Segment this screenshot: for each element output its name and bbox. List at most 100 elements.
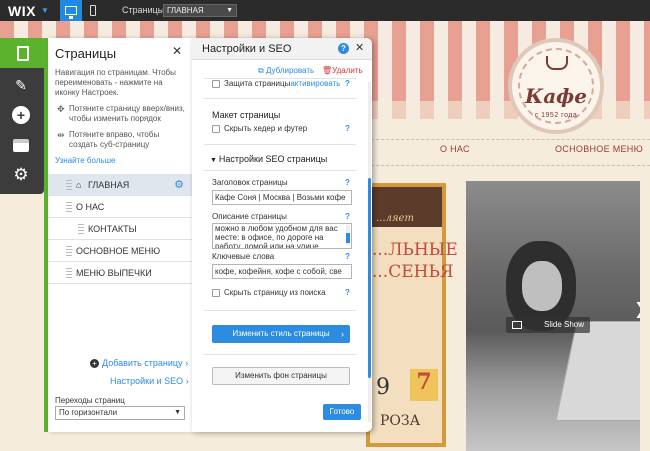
- poster-word: РОЗА: [380, 413, 421, 429]
- move-horizontal-icon: ⇹: [57, 130, 65, 140]
- photo-woman-face: [522, 261, 562, 311]
- settings-tool-button[interactable]: ⚙: [7, 162, 35, 188]
- learn-more-link[interactable]: Узнайте больше: [55, 156, 115, 165]
- help-icon[interactable]: ?: [345, 252, 350, 261]
- mobile-view-button[interactable]: [82, 0, 104, 21]
- pages-dropdown-label: Страницы:: [122, 5, 167, 15]
- poster-script-text: ...ляет: [376, 213, 414, 224]
- duplicate-page-button[interactable]: ⧉ Дублировать: [258, 66, 314, 76]
- plus-icon: +: [90, 359, 99, 368]
- page-transitions-label: Переходы страниц: [55, 396, 125, 405]
- tip-subpage: ⇹ Потяните вправо, чтобы создать суб-стр…: [55, 130, 185, 150]
- hide-header-footer-label: Скрыть хедер и футер: [224, 124, 308, 133]
- textarea-scroll-thumb[interactable]: [346, 233, 350, 243]
- page-settings-title: Настройки и SEO: [202, 43, 292, 55]
- pages-panel-description: Навигация по страницам. Чтобы переименов…: [55, 68, 176, 97]
- help-icon[interactable]: ?: [345, 212, 350, 221]
- add-tool-button[interactable]: +: [7, 102, 35, 128]
- copy-icon: ⧉: [258, 66, 266, 75]
- page-item-label: МЕНЮ ВЫПЕЧКИ: [76, 268, 152, 278]
- hide-from-search-checkbox[interactable]: [212, 289, 220, 297]
- page-item-pastry-menu[interactable]: МЕНЮ ВЫПЕЧКИ: [48, 262, 192, 284]
- page-item-contacts[interactable]: КОНТАКТЫ: [48, 218, 192, 240]
- panel-scrollbar[interactable]: [368, 82, 371, 422]
- page-description-textarea[interactable]: можно в любом удобном для вас месте: в о…: [212, 223, 352, 249]
- chevron-down-icon: ▼: [226, 7, 233, 14]
- site-nav-about[interactable]: О НАС: [440, 144, 470, 154]
- store-icon: [13, 138, 29, 152]
- divider: [204, 170, 356, 171]
- seo-section-toggle[interactable]: ▼ Настройки SEO страницы: [210, 154, 327, 164]
- page-layout-title: Макет страницы: [212, 110, 281, 120]
- delete-page-button[interactable]: 🗑Удалить: [322, 66, 363, 75]
- drag-handle-icon[interactable]: [66, 180, 72, 190]
- page-transitions-select[interactable]: По горизонтали ▼: [55, 406, 185, 420]
- keywords-input[interactable]: кофе, кофейня, кофе с собой, све: [212, 264, 352, 279]
- cafe-logo-subtitle: с 1952 года: [534, 112, 578, 119]
- seo-settings-link[interactable]: Настройки и SEO ›: [110, 376, 189, 386]
- page-title-input[interactable]: Кафе Соня | Москва | Возьми кофе: [212, 190, 352, 205]
- chevron-down-icon[interactable]: ▼: [41, 6, 49, 15]
- password-protect-label: Защита страницыактивировать: [224, 79, 340, 88]
- divider: [204, 98, 356, 99]
- poster-top: ...ляет: [370, 187, 442, 227]
- page-item-about[interactable]: О НАС: [48, 196, 192, 218]
- slideshow-badge[interactable]: Slide Show: [506, 317, 591, 333]
- close-icon[interactable]: ✕: [172, 44, 182, 58]
- page-settings-header: Настройки и SEO ? ✕: [192, 38, 372, 60]
- app-market-button[interactable]: [7, 132, 35, 158]
- chevron-right-icon: ›: [341, 329, 344, 339]
- page-settings-gear-icon[interactable]: ⚙: [174, 174, 184, 196]
- page-item-label: КОНТАКТЫ: [88, 224, 137, 234]
- poster-headline-line1: ...ЛЬНЫЕ: [372, 240, 458, 260]
- desktop-view-button[interactable]: [60, 0, 82, 21]
- design-tool-button[interactable]: ✎: [7, 72, 35, 98]
- drag-handle-icon[interactable]: [66, 246, 72, 256]
- pages-dropdown[interactable]: ГЛАВНАЯ ▼: [163, 4, 237, 17]
- tip-subpage-text: Потяните вправо, чтобы создать суб-стран…: [69, 130, 160, 149]
- cafe-logo-title: Кафе: [525, 84, 587, 108]
- help-icon[interactable]: ?: [338, 43, 349, 54]
- nav-divider: [366, 165, 650, 166]
- help-icon[interactable]: ?: [345, 124, 350, 133]
- pages-panel-title: Страницы: [55, 46, 117, 61]
- done-button[interactable]: Готово: [323, 404, 361, 420]
- keywords-label: Ключевые слова: [212, 252, 275, 261]
- activate-protection-link[interactable]: активировать: [290, 79, 340, 88]
- site-nav-main-menu[interactable]: ОСНОВНОЕ МЕНЮ: [555, 144, 643, 154]
- help-icon[interactable]: ?: [345, 288, 350, 297]
- chevron-right-icon: ›: [185, 358, 189, 368]
- textarea-scrollbar[interactable]: [346, 225, 350, 245]
- hide-header-footer-checkbox[interactable]: [212, 125, 220, 133]
- page-item-main-menu[interactable]: ОСНОВНОЕ МЕНЮ: [48, 240, 192, 262]
- slideshow-label: Slide Show: [544, 320, 585, 329]
- page-item-home[interactable]: ⌂ ГЛАВНАЯ ⚙: [48, 174, 192, 196]
- coffee-cup-icon: [546, 56, 568, 70]
- wix-logo[interactable]: WIX: [8, 3, 36, 19]
- editor-topbar: WIX ▼ Страницы: ГЛАВНАЯ ▼: [0, 0, 650, 21]
- change-page-style-button[interactable]: Изменить стиль страницы ›: [212, 325, 350, 343]
- password-protect-checkbox[interactable]: [212, 80, 220, 88]
- change-page-background-button[interactable]: Изменить фон страницы: [212, 367, 350, 385]
- home-icon: ⌂: [76, 180, 82, 190]
- drag-handle-icon[interactable]: [66, 268, 72, 278]
- poster-image[interactable]: ...ляет ...ЛЬНЫЕ ...СЕНЬЯ 9 7 РОЗА: [366, 183, 458, 447]
- drag-handle-icon[interactable]: [78, 224, 84, 234]
- drag-handle-icon[interactable]: [66, 202, 72, 212]
- add-page-link[interactable]: + Добавить страницу ›: [90, 358, 188, 368]
- pages-panel: Страницы ✕ Навигация по страницам. Чтобы…: [48, 38, 192, 432]
- help-icon[interactable]: ?: [345, 178, 350, 187]
- poster-number: 9: [376, 375, 390, 400]
- image-icon: [512, 320, 522, 329]
- slideshow-gallery[interactable]: ❯ Slide Show: [466, 181, 640, 451]
- paintbrush-icon: ✎: [15, 76, 27, 93]
- help-icon[interactable]: ?: [345, 79, 350, 88]
- add-page-label: Добавить страницу: [102, 358, 183, 368]
- change-page-style-label: Изменить стиль страницы: [232, 329, 330, 338]
- next-slide-icon[interactable]: ❯: [634, 299, 640, 319]
- panel-scroll-thumb[interactable]: [368, 178, 371, 378]
- pages-tool-button[interactable]: [0, 38, 46, 68]
- triangle-down-icon: ▼: [210, 157, 219, 164]
- close-icon[interactable]: ✕: [355, 41, 364, 54]
- cafe-logo-badge[interactable]: Кафе с 1952 года: [508, 38, 604, 134]
